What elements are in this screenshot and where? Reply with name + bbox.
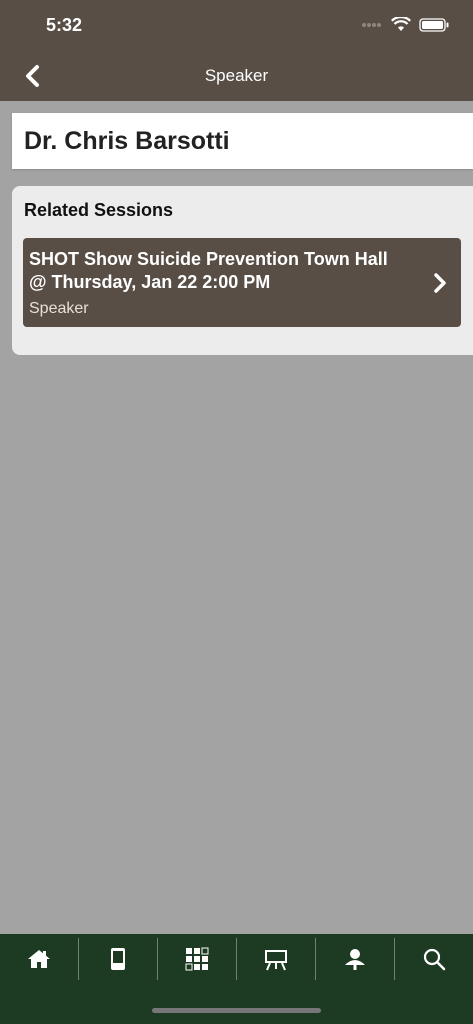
status-indicators xyxy=(361,17,449,32)
tab-grid[interactable] xyxy=(158,938,237,980)
tab-speakers[interactable] xyxy=(316,938,395,980)
status-bar: 5:32 xyxy=(0,0,473,50)
cellular-signal-icon xyxy=(362,22,381,27)
chevron-right-icon xyxy=(434,273,446,293)
related-sessions-heading: Related Sessions xyxy=(24,200,174,220)
tab-sessions[interactable] xyxy=(237,938,316,980)
search-icon xyxy=(423,948,446,971)
tab-home[interactable] xyxy=(0,938,79,980)
mobile-device-icon xyxy=(111,948,125,970)
speaker-icon xyxy=(345,949,365,970)
battery-icon xyxy=(419,17,449,32)
tab-mobile[interactable] xyxy=(79,938,158,980)
session-title: SHOT Show Suicide Prevention Town Hall @… xyxy=(29,249,388,292)
related-sessions-card: Related Sessions SHOT Show Suicide Preve… xyxy=(12,186,473,355)
session-item[interactable]: SHOT Show Suicide Prevention Town Hall @… xyxy=(23,238,461,327)
tab-search[interactable] xyxy=(395,938,473,980)
nav-bar: Speaker xyxy=(0,50,473,101)
speaker-card: Dr. Chris Barsotti xyxy=(12,113,473,169)
tab-bar xyxy=(0,934,473,1024)
session-role: Speaker xyxy=(29,300,89,317)
page-title: Speaker xyxy=(204,66,269,85)
wifi-icon xyxy=(391,17,411,31)
home-icon xyxy=(28,950,50,968)
speaker-name: Dr. Chris Barsotti xyxy=(24,127,230,155)
presentation-board-icon xyxy=(265,950,287,971)
home-indicator xyxy=(152,1008,321,1013)
status-time: 5:32 xyxy=(46,15,83,35)
grid-icon xyxy=(185,947,209,971)
